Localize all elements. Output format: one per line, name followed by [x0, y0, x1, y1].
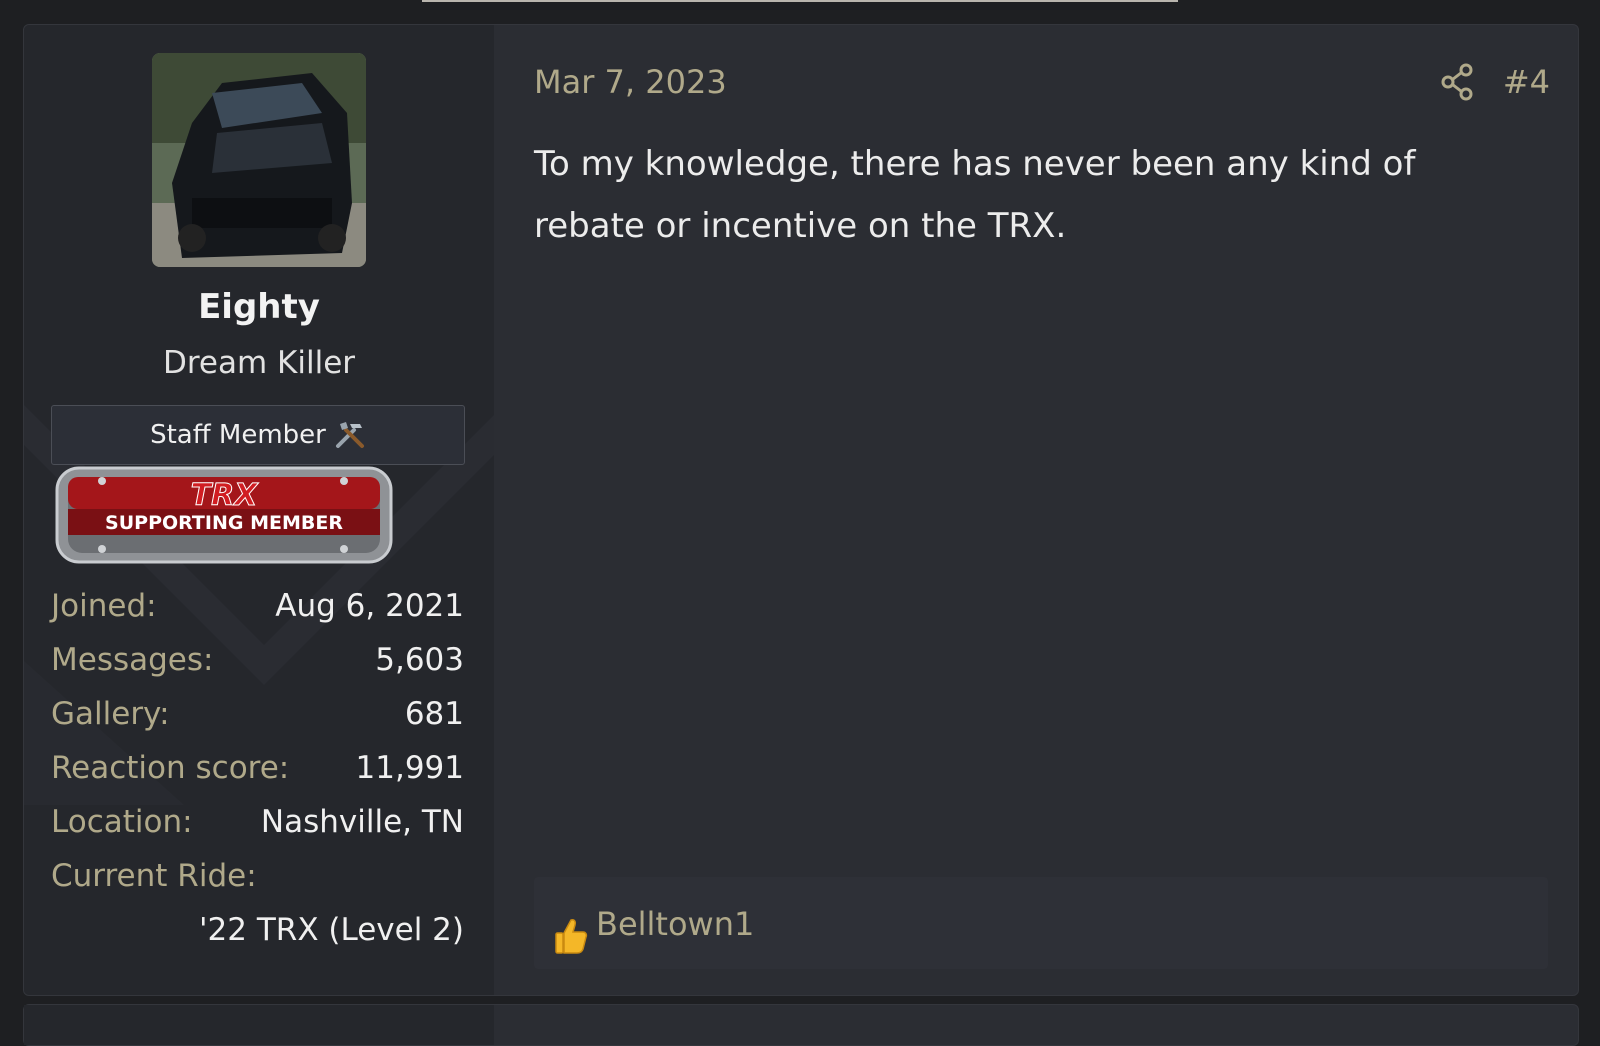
- user-avatar[interactable]: [152, 53, 366, 267]
- stat-label: Current Ride:: [51, 858, 257, 894]
- badge-text: SUPPORTING MEMBER: [105, 512, 343, 534]
- supporting-member-badge: TRX SUPPORTING MEMBER: [55, 466, 393, 564]
- stat-value[interactable]: 5,603: [375, 642, 464, 678]
- badge-top-text: TRX: [191, 478, 260, 513]
- stat-joined: Joined: Aug 6, 2021: [51, 588, 464, 642]
- stat-location: Location: Nashville, TN: [51, 804, 464, 858]
- stat-label: Location:: [51, 804, 193, 840]
- stat-value[interactable]: 681: [405, 696, 464, 732]
- reactions-bar: Belltown1: [534, 877, 1548, 969]
- forum-post: Eighty Dream Killer Staff Member TRX SUP…: [23, 24, 1579, 996]
- stat-label: Reaction score:: [51, 750, 290, 786]
- username[interactable]: Eighty: [24, 287, 494, 327]
- stat-current-ride: Current Ride:: [51, 858, 464, 912]
- stat-messages: Messages: 5,603: [51, 642, 464, 696]
- user-info-panel: Eighty Dream Killer Staff Member TRX SUP…: [24, 25, 494, 995]
- stat-value: 11,991: [355, 750, 464, 786]
- share-icon[interactable]: [1440, 63, 1474, 101]
- stat-label: Gallery:: [51, 696, 170, 732]
- reaction-users-link[interactable]: Belltown1: [596, 905, 754, 943]
- post-date[interactable]: Mar 7, 2023: [534, 63, 727, 101]
- post-body: To my knowledge, there has never been an…: [534, 144, 1416, 246]
- staff-banner-label: Staff Member: [150, 420, 326, 450]
- stat-gallery: Gallery: 681: [51, 696, 464, 750]
- staff-member-banner: Staff Member: [51, 405, 465, 465]
- post-content-area: Mar 7, 2023 #4 To my knowledge, there ha…: [494, 25, 1578, 995]
- truck-avatar-photo: [152, 53, 366, 267]
- stat-reaction-score: Reaction score: 11,991: [51, 750, 464, 804]
- current-ride-value: '22 TRX (Level 2): [199, 912, 464, 948]
- next-post-preview: [23, 1004, 1579, 1046]
- stat-value[interactable]: Nashville, TN: [261, 804, 464, 840]
- thumbs-up-icon: [555, 919, 588, 954]
- post-number-link[interactable]: #4: [1503, 63, 1550, 101]
- user-title: Dream Killer: [162, 345, 356, 381]
- next-post-user-panel: [24, 1005, 494, 1045]
- stat-label: Messages:: [51, 642, 214, 678]
- stat-value: Aug 6, 2021: [275, 588, 464, 624]
- user-stats: Joined: Aug 6, 2021 Messages: 5,603 Gall…: [51, 588, 464, 948]
- tools-icon: [334, 420, 366, 450]
- top-divider: [422, 0, 1178, 2]
- stat-label: Joined:: [51, 588, 157, 624]
